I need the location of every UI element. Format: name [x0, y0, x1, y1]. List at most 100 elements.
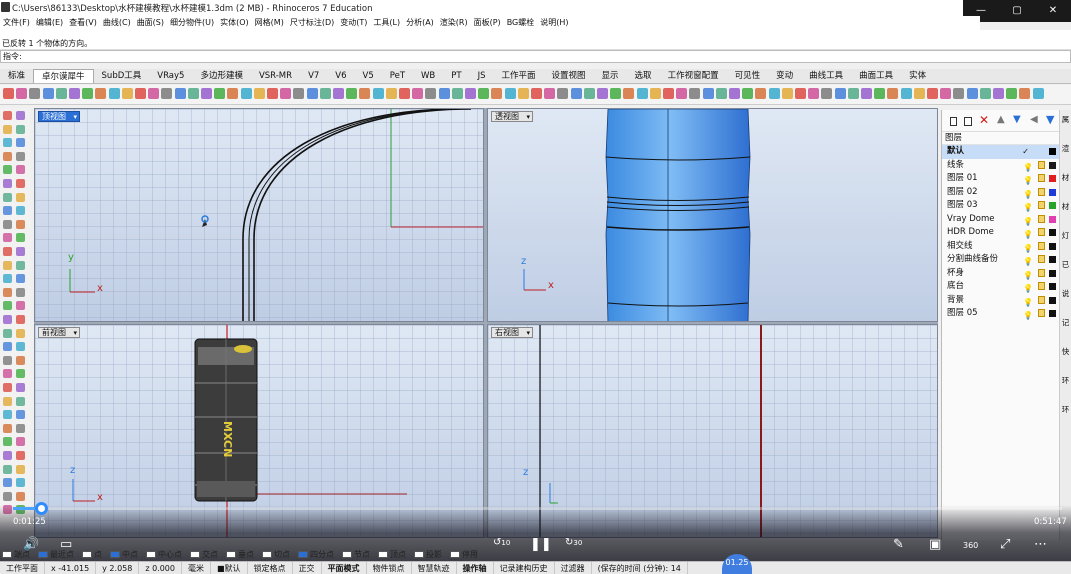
left-tool-icon[interactable] [3, 464, 12, 474]
left-tool-icon[interactable] [16, 464, 25, 474]
left-tool-icon[interactable] [3, 423, 12, 433]
layer-row[interactable]: 图层 05 💡 [942, 307, 1059, 321]
toolbar-tab[interactable]: 设置视图 [544, 69, 594, 83]
toolbar-tool-icon[interactable] [148, 88, 160, 99]
left-tool-icon[interactable] [16, 233, 25, 243]
toolbar-tool-icon[interactable] [742, 88, 754, 99]
toolbar-tool-icon[interactable] [649, 88, 661, 99]
left-tool-icon[interactable] [16, 396, 25, 406]
status-field[interactable]: (保存的时间 (分钟): 14 [592, 562, 688, 574]
video-progress-bar[interactable] [13, 502, 1062, 515]
side-panel-tab[interactable]: 渲 [1060, 139, 1071, 168]
left-tool-icon[interactable] [3, 138, 12, 148]
toolbar-tool-icon[interactable] [293, 88, 305, 99]
toolbar-tab[interactable]: V7 [300, 69, 327, 83]
osnap-checkbox[interactable] [2, 551, 12, 558]
left-tool-icon[interactable] [3, 355, 12, 365]
left-tool-icon[interactable] [16, 287, 25, 297]
left-tool-icon[interactable] [16, 179, 25, 188]
toolbar-tab[interactable]: WB [413, 69, 443, 83]
left-tool-icon[interactable] [16, 328, 25, 338]
left-tool-icon[interactable] [3, 287, 12, 297]
layer-lock-icon[interactable] [1038, 174, 1045, 182]
osnap-checkbox[interactable] [226, 551, 236, 558]
viewport-top[interactable]: 顶视图 y x [34, 108, 484, 322]
toolbar-tab[interactable]: V6 [327, 69, 354, 83]
osnap-option[interactable]: 交点 [188, 548, 224, 561]
left-tool-icon[interactable] [3, 315, 12, 324]
menu-file[interactable]: 文件(F) [0, 16, 33, 30]
layer-color-swatch[interactable] [1049, 202, 1056, 209]
layer-color-swatch[interactable] [1049, 148, 1056, 155]
left-tool-icon[interactable] [16, 301, 25, 311]
toolbar-tool-icon[interactable] [504, 88, 516, 99]
layer-row[interactable]: 底台 💡 [942, 280, 1059, 294]
left-tool-icon[interactable] [3, 247, 12, 256]
left-tool-icon[interactable] [16, 138, 25, 148]
toolbar-tool-icon[interactable] [913, 88, 925, 99]
toolbar-tool-icon[interactable] [108, 88, 120, 99]
menu-tools[interactable]: 工具(L) [370, 16, 403, 30]
left-tool-icon[interactable] [16, 219, 25, 229]
layer-color-swatch[interactable] [1049, 310, 1056, 317]
toolbar-tool-icon[interactable] [636, 88, 648, 99]
side-panel-tab[interactable]: 环 [1060, 371, 1071, 400]
layer-row[interactable]: 图层 02 💡 [942, 186, 1059, 200]
layer-color-swatch[interactable] [1049, 229, 1056, 236]
layer-color-swatch[interactable] [1049, 283, 1056, 290]
menu-dimension[interactable]: 尺寸标注(D) [287, 16, 337, 30]
layer-row[interactable]: 分割曲线备份 💡 [942, 253, 1059, 267]
layer-color-swatch[interactable] [1049, 215, 1056, 223]
left-tool-icon[interactable] [3, 165, 12, 175]
osnap-option[interactable]: 中点 [108, 548, 144, 561]
toolbar-tool-icon[interactable] [253, 88, 265, 99]
toolbar-tool-icon[interactable] [861, 88, 872, 99]
toolbar-tool-icon[interactable] [610, 88, 622, 99]
toolbar-tool-icon[interactable] [161, 88, 173, 99]
toolbar-tab[interactable]: 可见性 [727, 69, 769, 83]
toolbar-tool-icon[interactable] [69, 88, 80, 99]
toolbar-tool-icon[interactable] [953, 88, 965, 99]
layer-color-swatch[interactable] [1049, 296, 1056, 304]
toolbar-tool-icon[interactable] [465, 88, 476, 99]
osnap-checkbox[interactable] [146, 551, 156, 558]
toolbar-tool-icon[interactable] [280, 88, 292, 99]
toolbar-tab[interactable]: VSR-MR [251, 69, 300, 83]
toolbar-tab[interactable]: 曲线工具 [801, 69, 851, 83]
left-tool-icon[interactable] [3, 219, 12, 229]
left-tool-icon[interactable] [3, 206, 12, 216]
toolbar-tool-icon[interactable] [557, 88, 569, 99]
toolbar-tab[interactable]: 卓尔谟犀牛 [33, 69, 94, 83]
left-tool-icon[interactable] [16, 165, 25, 175]
toolbar-tab[interactable]: VRay5 [149, 69, 192, 83]
menu-edit[interactable]: 编辑(E) [33, 16, 66, 30]
new-sublayer-icon[interactable] [964, 117, 972, 126]
osnap-checkbox[interactable] [38, 551, 48, 558]
toolbar-tool-icon[interactable] [821, 88, 833, 99]
left-tool-icon[interactable] [16, 383, 25, 392]
toolbar-tool-icon[interactable] [3, 88, 14, 99]
left-tool-icon[interactable] [16, 315, 25, 324]
move-up-icon[interactable]: ▲ [997, 114, 1005, 125]
left-tool-icon[interactable] [16, 260, 25, 270]
toolbar-tool-icon[interactable] [174, 88, 186, 99]
layer-row[interactable]: 相交线 💡 [942, 240, 1059, 254]
close-button[interactable]: ✕ [1035, 0, 1071, 22]
filter-icon[interactable]: ▼ [1046, 113, 1054, 126]
status-field[interactable]: 正交 [293, 562, 322, 574]
toolbar-tool-icon[interactable] [385, 88, 397, 99]
left-tool-icon[interactable] [16, 247, 25, 256]
layer-lock-icon[interactable] [1038, 187, 1045, 196]
osnap-option[interactable]: 节点 [340, 548, 376, 561]
toolbar-tool-icon[interactable] [55, 88, 67, 99]
layer-color-swatch[interactable] [1049, 161, 1056, 169]
left-tool-icon[interactable] [3, 491, 12, 501]
left-tool-icon[interactable] [3, 369, 12, 379]
menu-subd[interactable]: 细分物件(U) [167, 16, 217, 30]
toolbar-tool-icon[interactable] [979, 88, 991, 99]
toolbar-tool-icon[interactable] [29, 88, 41, 99]
layer-lock-icon[interactable] [1038, 295, 1045, 304]
layer-lock-icon[interactable] [1038, 201, 1045, 209]
toolbar-tab[interactable]: 变动 [768, 69, 801, 83]
toolbar-tab[interactable]: 标准 [0, 69, 33, 83]
